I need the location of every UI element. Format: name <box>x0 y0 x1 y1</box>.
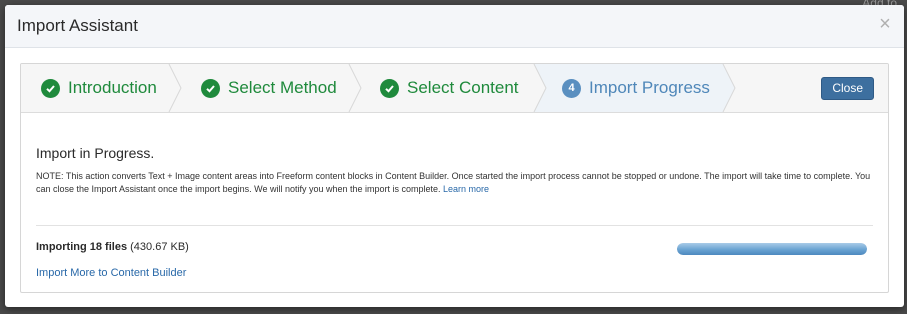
import-size: (430.67 KB) <box>130 241 189 253</box>
step-label: Introduction <box>68 78 157 97</box>
check-circle-icon <box>41 78 60 98</box>
modal-title: Import Assistant <box>17 16 138 35</box>
close-button[interactable]: Close <box>821 77 874 100</box>
step-divider-1 <box>168 64 182 112</box>
progress-bar <box>677 243 867 255</box>
step-number-badge: 4 <box>562 78 581 98</box>
learn-more-link[interactable]: Learn more <box>443 184 489 194</box>
wizard-panel: Introduction Select Method Select Conten… <box>20 63 889 293</box>
check-circle-icon <box>380 78 399 98</box>
modal-header: Import Assistant × <box>5 5 904 48</box>
page-title: Import in Progress. <box>36 145 155 161</box>
step-divider-2 <box>348 64 362 112</box>
import-assistant-modal: Import Assistant × Introduction Select M… <box>5 5 904 307</box>
step-select-content[interactable]: Select Content <box>380 64 519 112</box>
progress-fill <box>677 243 867 255</box>
step-label: Select Content <box>407 78 519 97</box>
import-more-link[interactable]: Import More to Content Builder <box>36 267 186 279</box>
wizard-steps-bar: Introduction Select Method Select Conten… <box>21 64 888 113</box>
divider <box>36 225 873 226</box>
step-label: Import Progress <box>589 78 710 97</box>
import-status: Importing 18 files (430.67 KB) <box>36 241 189 253</box>
step-import-progress[interactable]: 4 Import Progress <box>562 64 710 112</box>
step-label: Select Method <box>228 78 337 97</box>
note-text: NOTE: This action converts Text + Image … <box>36 170 876 196</box>
close-icon[interactable]: × <box>876 14 894 34</box>
import-count: Importing 18 files <box>36 241 128 253</box>
step-select-method[interactable]: Select Method <box>201 64 337 112</box>
check-circle-icon <box>201 78 220 98</box>
content-area: Import in Progress. NOTE: This action co… <box>36 145 873 196</box>
step-introduction[interactable]: Introduction <box>41 64 157 112</box>
